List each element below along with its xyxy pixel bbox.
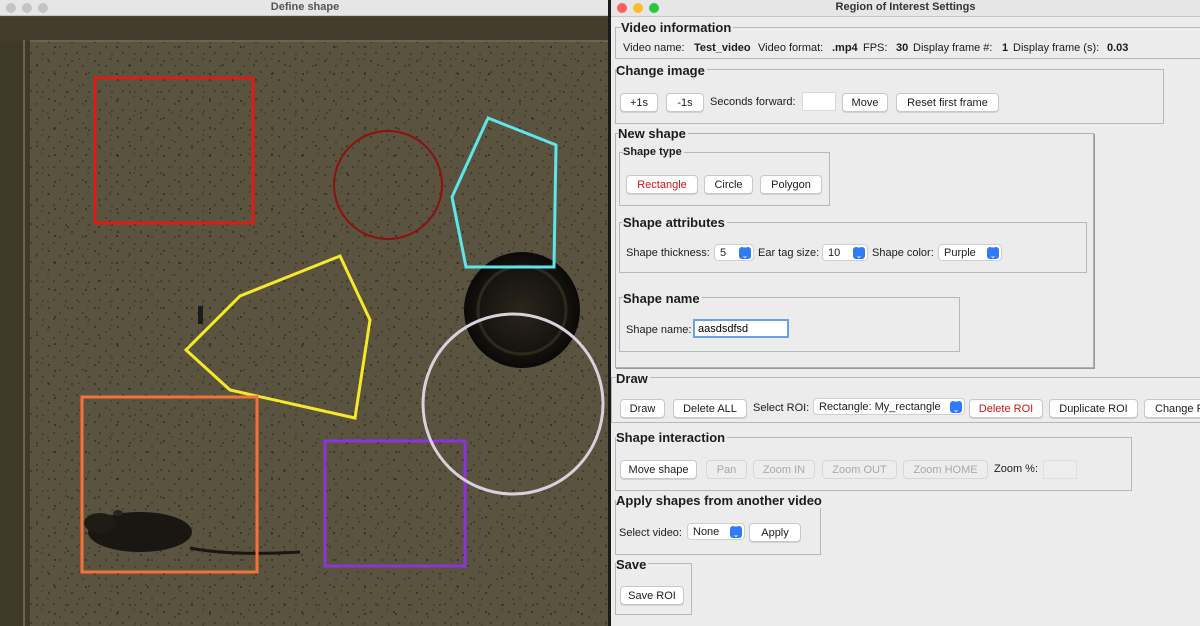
apply-button[interactable]: Apply	[749, 523, 801, 542]
dish-object	[464, 252, 580, 368]
shape-color-value: Purple	[944, 246, 976, 259]
zoom-pct-input[interactable]	[1043, 460, 1077, 479]
pan-button[interactable]: Pan	[706, 460, 747, 479]
select-roi-label: Select ROI:	[753, 402, 810, 414]
shape-name-legend: Shape name	[623, 291, 702, 306]
select-video-label: Select video:	[619, 527, 682, 539]
display-frame-s-label: Display frame (s):	[1013, 42, 1100, 54]
move-shape-button[interactable]: Move shape	[620, 460, 697, 479]
display-frame-value: 1	[1002, 42, 1009, 54]
reset-first-frame-button[interactable]: Reset first frame	[896, 93, 999, 112]
chevron-updown-icon: ⌃ ⌄	[987, 246, 999, 260]
apply-shapes-legend: Apply shapes from another video	[616, 493, 824, 508]
define-shape-title: Define shape	[270, 1, 340, 13]
ear-tag-size-select[interactable]: 10 ⌃ ⌄	[822, 244, 868, 261]
shape-name-label: Shape name:	[626, 324, 692, 336]
shape-type-legend: Shape type	[623, 146, 684, 158]
circle-shape-button[interactable]: Circle	[704, 175, 753, 194]
rectangle-shape-button[interactable]: Rectangle	[626, 175, 698, 194]
shape-color-label: Shape color:	[872, 247, 934, 259]
minus-1s-button[interactable]: -1s	[666, 93, 704, 112]
video-format-value: .mp4	[832, 42, 858, 54]
chevron-updown-icon: ⌃ ⌄	[739, 246, 751, 260]
arena-left-wall	[0, 17, 30, 626]
shape-thickness-select[interactable]: 5 ⌃ ⌄	[714, 244, 754, 261]
duplicate-roi-button[interactable]: Duplicate ROI	[1049, 399, 1138, 418]
delete-all-button[interactable]: Delete ALL	[673, 399, 747, 418]
move-button[interactable]: Move	[842, 93, 888, 112]
delete-roi-button[interactable]: Delete ROI	[969, 399, 1043, 418]
seconds-forward-label: Seconds forward:	[710, 96, 796, 108]
seconds-forward-input[interactable]	[802, 92, 836, 111]
shape-color-select[interactable]: Purple ⌃ ⌄	[938, 244, 1002, 261]
video-frame-svg[interactable]	[0, 17, 610, 626]
roi-settings-titlebar: Region of Interest Settings	[611, 0, 1200, 17]
draw-legend: Draw	[616, 371, 650, 386]
chevron-updown-icon: ⌃ ⌄	[950, 400, 962, 414]
select-roi-value: Rectangle: My_rectangle	[819, 400, 941, 413]
chevron-updown-icon: ⌃ ⌄	[853, 246, 865, 260]
zoom-home-button[interactable]: Zoom HOME	[903, 460, 988, 479]
save-legend: Save	[616, 557, 649, 572]
change-roi-button[interactable]: Change R	[1144, 399, 1200, 418]
display-frame-s-value: 0.03	[1107, 42, 1129, 54]
shape-name-input[interactable]: aasdsdfsd	[693, 319, 789, 338]
video-frame-canvas[interactable]	[0, 17, 610, 626]
ear-tag-size-label: Ear tag size:	[758, 247, 820, 259]
ear-tag-size-value: 10	[828, 246, 841, 259]
select-roi-select[interactable]: Rectangle: My_rectangle ⌃ ⌄	[813, 398, 965, 415]
shape-thickness-label: Shape thickness:	[626, 247, 710, 259]
new-shape-legend: New shape	[618, 126, 688, 141]
define-shape-titlebar: Define shape	[0, 0, 610, 16]
video-info-legend: Video information	[621, 20, 734, 35]
video-name-label: Video name:	[623, 42, 685, 54]
chevron-updown-icon: ⌃ ⌄	[730, 525, 742, 539]
fps-label: FPS:	[863, 42, 888, 54]
change-image-legend: Change image	[616, 63, 707, 78]
small-mark	[198, 306, 203, 324]
select-video-select[interactable]: None ⌃ ⌄	[687, 523, 745, 540]
zoom-pct-label: Zoom %:	[994, 463, 1039, 475]
zoom-out-button[interactable]: Zoom OUT	[822, 460, 897, 479]
select-video-value: None	[693, 525, 720, 538]
arena-top-wall	[0, 17, 610, 41]
define-shape-window: Define shape	[0, 0, 610, 626]
draw-button[interactable]: Draw	[620, 399, 665, 418]
display-frame-label: Display frame #:	[913, 42, 993, 54]
fps-value: 30	[896, 42, 909, 54]
roi-settings-window: Region of Interest Settings Video inform…	[611, 0, 1200, 626]
shape-interaction-legend: Shape interaction	[616, 430, 728, 445]
video-format-label: Video format:	[758, 42, 824, 54]
plus-1s-button[interactable]: +1s	[620, 93, 658, 112]
video-name-value: Test_video	[694, 42, 751, 54]
shape-attributes-legend: Shape attributes	[623, 215, 727, 230]
polygon-shape-button[interactable]: Polygon	[760, 175, 822, 194]
save-roi-button[interactable]: Save ROI	[620, 586, 684, 605]
zoom-in-button[interactable]: Zoom IN	[753, 460, 815, 479]
shape-thickness-value: 5	[720, 246, 727, 259]
roi-settings-title: Region of Interest Settings	[835, 1, 976, 13]
